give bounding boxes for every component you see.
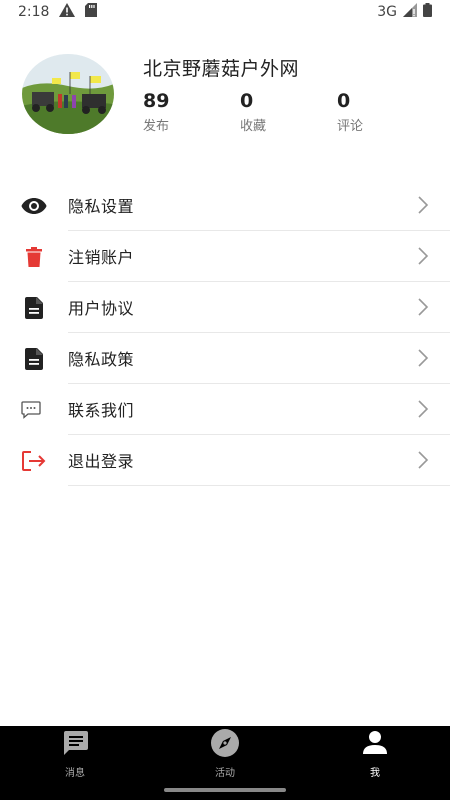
- stat-value: 89: [143, 90, 170, 112]
- menu-label: 联系我们: [68, 401, 135, 420]
- stat-favorites[interactable]: 0 收藏: [240, 89, 337, 134]
- stat-posts[interactable]: 89 发布: [143, 89, 240, 134]
- stat-label: 评论: [337, 119, 364, 134]
- profile-stats: 89 发布 0 收藏 0 评论: [143, 89, 434, 134]
- tab-label: 活动: [215, 768, 235, 779]
- compass-icon: [210, 728, 240, 762]
- chevron-right-icon: [418, 451, 429, 469]
- menu-label: 注销账户: [68, 248, 135, 267]
- chevron-right-icon: [418, 298, 429, 316]
- chevron-right-icon: [418, 400, 429, 418]
- menu-label: 退出登录: [68, 452, 135, 471]
- network-type: 3G: [377, 4, 397, 20]
- tab-label: 消息: [65, 768, 85, 779]
- menu-item-user-agreement[interactable]: 用户协议: [0, 282, 450, 333]
- settings-menu: 隐私设置 注销账户 用户协议 隐私政策 联系我们 退出登录: [0, 180, 450, 486]
- menu-label: 隐私政策: [68, 350, 135, 369]
- logout-icon: [0, 450, 68, 471]
- message-icon: [60, 728, 90, 762]
- stat-value: 0: [337, 90, 351, 112]
- home-indicator[interactable]: [164, 788, 286, 792]
- chat-icon: [0, 400, 62, 419]
- status-time: 2:18: [18, 4, 50, 20]
- eye-icon: [0, 197, 68, 215]
- bottom-tab-bar: 消息 活动 我: [0, 726, 450, 800]
- chevron-right-icon: [418, 196, 429, 214]
- chevron-right-icon: [418, 247, 429, 265]
- battery-icon: [423, 3, 432, 21]
- status-bar: 2:18 3G: [0, 0, 450, 24]
- sd-card-icon: [85, 3, 98, 21]
- profile-name: 北京野蘑菇户外网: [143, 58, 300, 80]
- stat-label: 收藏: [240, 119, 267, 134]
- profile-header: 北京野蘑菇户外网 89 发布 0 收藏 0 评论: [0, 24, 450, 168]
- tab-me[interactable]: 我: [300, 726, 450, 800]
- document-icon: [0, 296, 68, 319]
- menu-item-contact-us[interactable]: 联系我们: [0, 384, 450, 435]
- stat-comments[interactable]: 0 评论: [337, 89, 434, 134]
- menu-label: 用户协议: [68, 299, 135, 318]
- document-icon: [0, 347, 68, 370]
- trash-icon: [0, 246, 68, 267]
- stat-value: 0: [240, 90, 254, 112]
- warning-icon: [59, 3, 76, 21]
- menu-label: 隐私设置: [68, 197, 135, 216]
- person-icon: [360, 728, 390, 762]
- avatar[interactable]: [22, 54, 114, 134]
- tab-label: 我: [370, 768, 380, 779]
- menu-item-delete-account[interactable]: 注销账户: [0, 231, 450, 282]
- menu-item-privacy-settings[interactable]: 隐私设置: [0, 180, 450, 231]
- signal-icon: [403, 3, 417, 21]
- tab-messages[interactable]: 消息: [0, 726, 150, 800]
- menu-item-logout[interactable]: 退出登录: [0, 435, 450, 486]
- chevron-right-icon: [418, 349, 429, 367]
- menu-item-privacy-policy[interactable]: 隐私政策: [0, 333, 450, 384]
- stat-label: 发布: [143, 119, 170, 134]
